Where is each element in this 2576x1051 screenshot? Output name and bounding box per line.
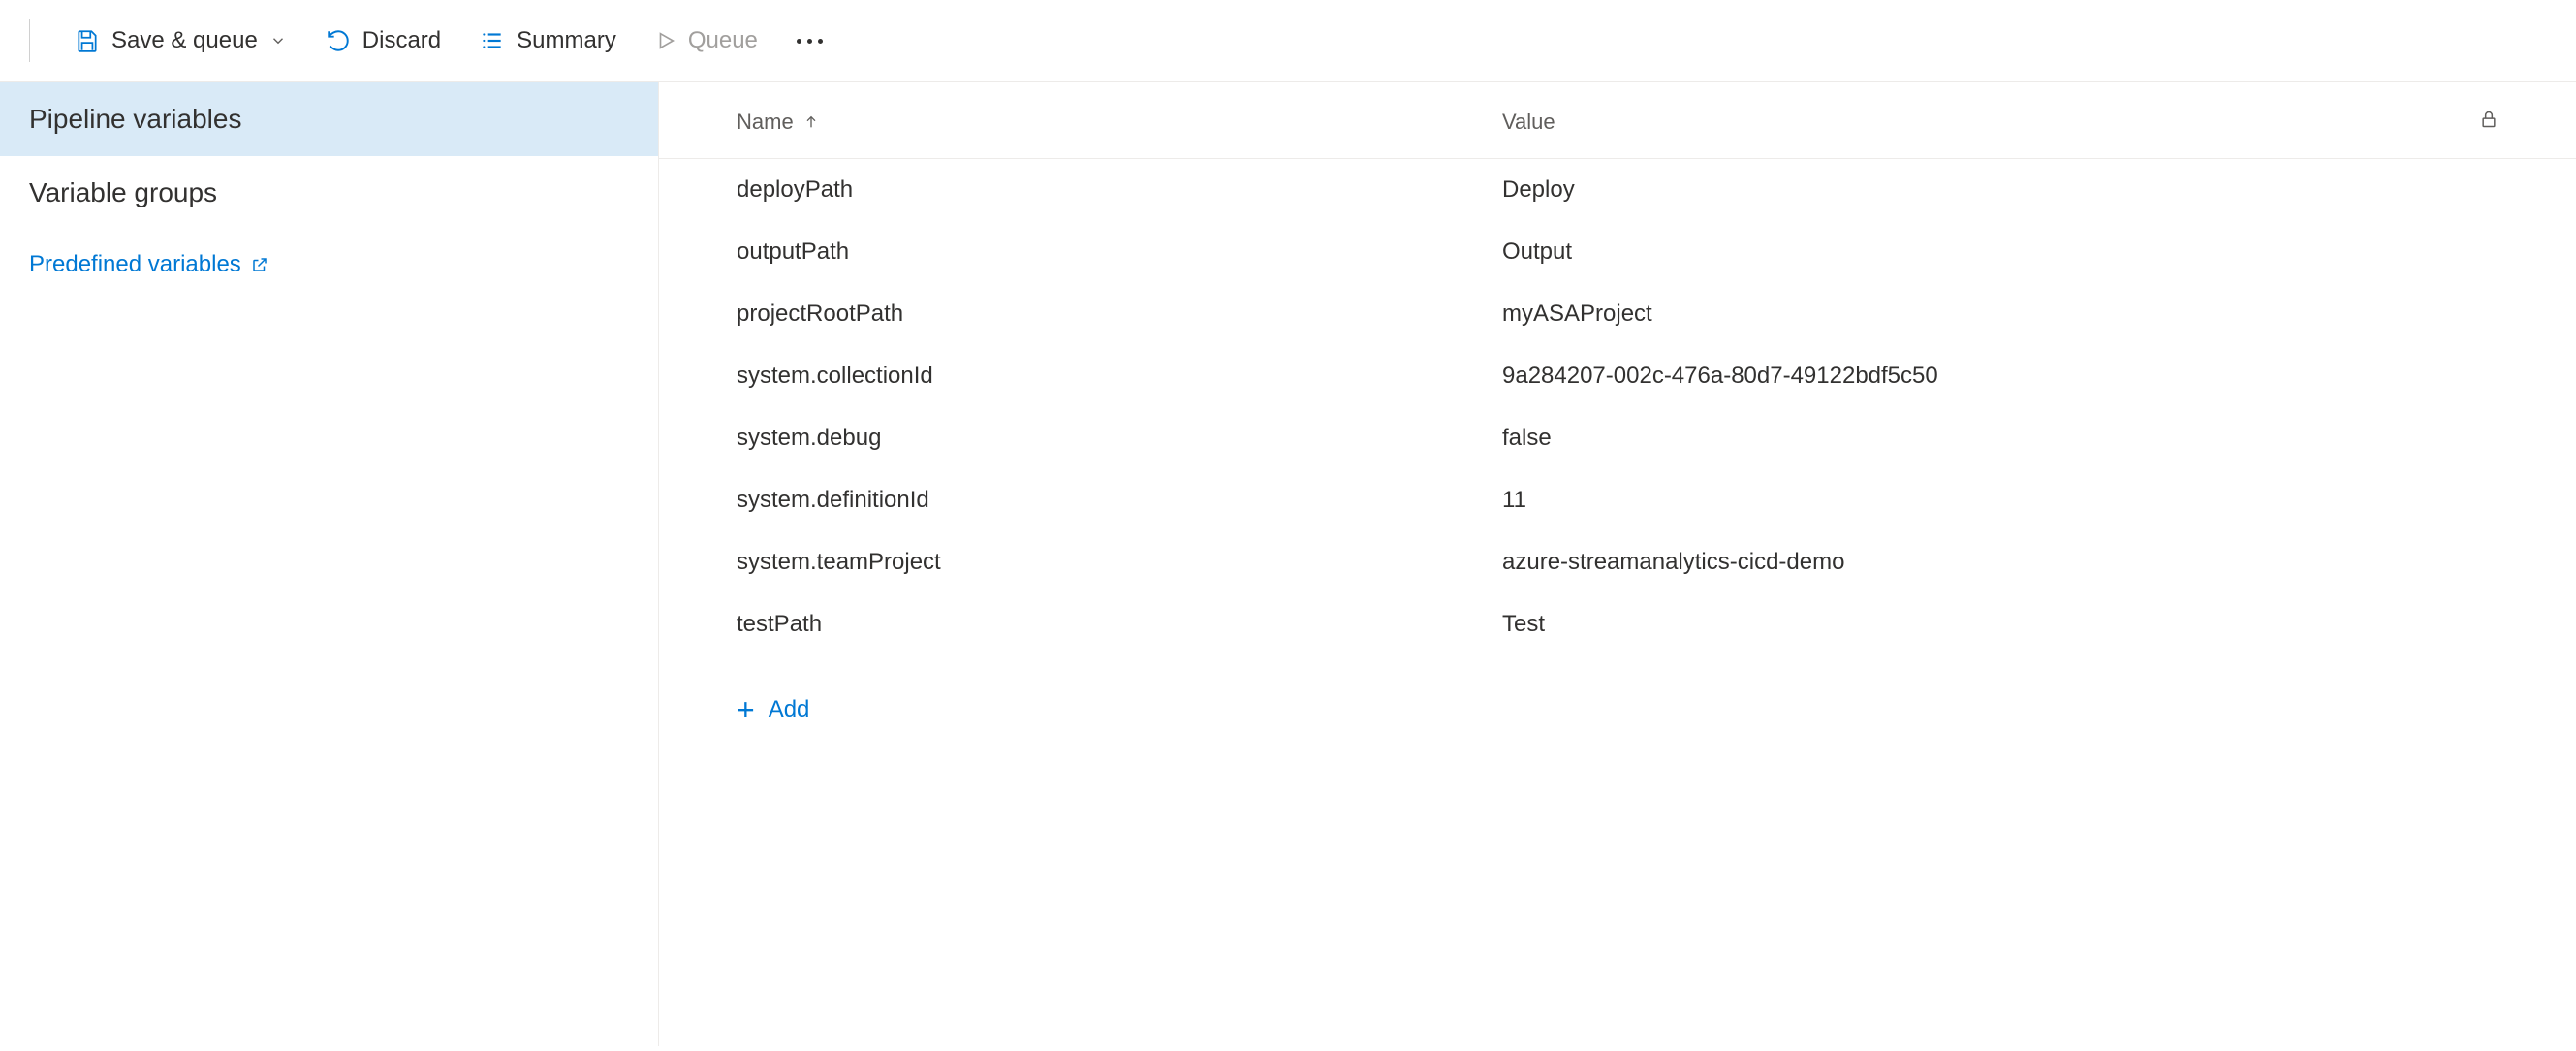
discard-button[interactable]: Discard	[326, 27, 441, 54]
sidebar: Pipeline variables Variable groups Prede…	[0, 82, 659, 1046]
table-row[interactable]: projectRootPathmyASAProject	[659, 283, 2576, 345]
variable-name: outputPath	[737, 239, 1502, 266]
table-header: Name Value	[659, 82, 2576, 159]
variable-value: Deploy	[1502, 176, 2498, 204]
summary-label: Summary	[517, 27, 616, 54]
table-row[interactable]: testPathTest	[659, 593, 2576, 655]
table-row[interactable]: system.teamProjectazure-streamanalytics-…	[659, 531, 2576, 593]
list-icon	[480, 28, 505, 53]
variable-value: 9a284207-002c-476a-80d7-49122bdf5c50	[1502, 363, 2498, 390]
variable-name: system.debug	[737, 425, 1502, 452]
content-area: Pipeline variables Variable groups Prede…	[0, 82, 2576, 1046]
table-body: deployPathDeployoutputPathOutputprojectR…	[659, 159, 2576, 655]
variable-name: system.teamProject	[737, 549, 1502, 576]
sidebar-item-label: Variable groups	[29, 177, 217, 207]
column-header-name[interactable]: Name	[737, 110, 1502, 135]
play-icon	[655, 30, 676, 51]
variable-name: testPath	[737, 611, 1502, 638]
variable-value: myASAProject	[1502, 301, 2498, 328]
table-row[interactable]: system.definitionId11	[659, 469, 2576, 531]
variable-value: azure-streamanalytics-cicd-demo	[1502, 549, 2498, 576]
discard-label: Discard	[362, 27, 441, 54]
queue-button: Queue	[655, 27, 758, 54]
sidebar-item-variable-groups[interactable]: Variable groups	[0, 156, 658, 230]
variable-name: system.definitionId	[737, 487, 1502, 514]
table-row[interactable]: outputPathOutput	[659, 221, 2576, 283]
table-row[interactable]: system.debugfalse	[659, 407, 2576, 469]
table-row[interactable]: deployPathDeploy	[659, 159, 2576, 221]
plus-icon: +	[737, 694, 755, 725]
toolbar: Save & queue Discard Summ	[0, 0, 2576, 82]
variable-value: 11	[1502, 487, 2498, 514]
variable-value: Output	[1502, 239, 2498, 266]
toolbar-divider	[29, 19, 30, 62]
column-header-lock	[2460, 110, 2498, 135]
variable-name: system.collectionId	[737, 363, 1502, 390]
table-row[interactable]: system.collectionId9a284207-002c-476a-80…	[659, 345, 2576, 407]
more-options-button[interactable]	[797, 39, 823, 44]
summary-button[interactable]: Summary	[480, 27, 616, 54]
variable-name: deployPath	[737, 176, 1502, 204]
add-variable-button[interactable]: + Add	[659, 655, 2576, 745]
save-queue-label: Save & queue	[111, 27, 258, 54]
variable-value: false	[1502, 425, 2498, 452]
sidebar-item-label: Pipeline variables	[29, 104, 241, 134]
column-value-label: Value	[1502, 110, 1555, 134]
column-header-value[interactable]: Value	[1502, 110, 2460, 135]
queue-label: Queue	[688, 27, 758, 54]
predefined-variables-link[interactable]: Predefined variables	[0, 230, 658, 300]
predefined-variables-label: Predefined variables	[29, 251, 241, 278]
variables-panel: Name Value depl	[659, 82, 2576, 1046]
lock-icon	[2479, 110, 2498, 135]
undo-icon	[326, 28, 351, 53]
sidebar-item-pipeline-variables[interactable]: Pipeline variables	[0, 82, 658, 156]
variable-value: Test	[1502, 611, 2498, 638]
chevron-down-icon	[269, 32, 287, 49]
sort-asc-icon	[803, 114, 819, 130]
variable-name: projectRootPath	[737, 301, 1502, 328]
save-queue-button[interactable]: Save & queue	[75, 27, 287, 54]
save-icon	[75, 28, 100, 53]
external-link-icon	[251, 256, 268, 273]
column-name-label: Name	[737, 110, 794, 135]
add-label: Add	[769, 696, 810, 723]
